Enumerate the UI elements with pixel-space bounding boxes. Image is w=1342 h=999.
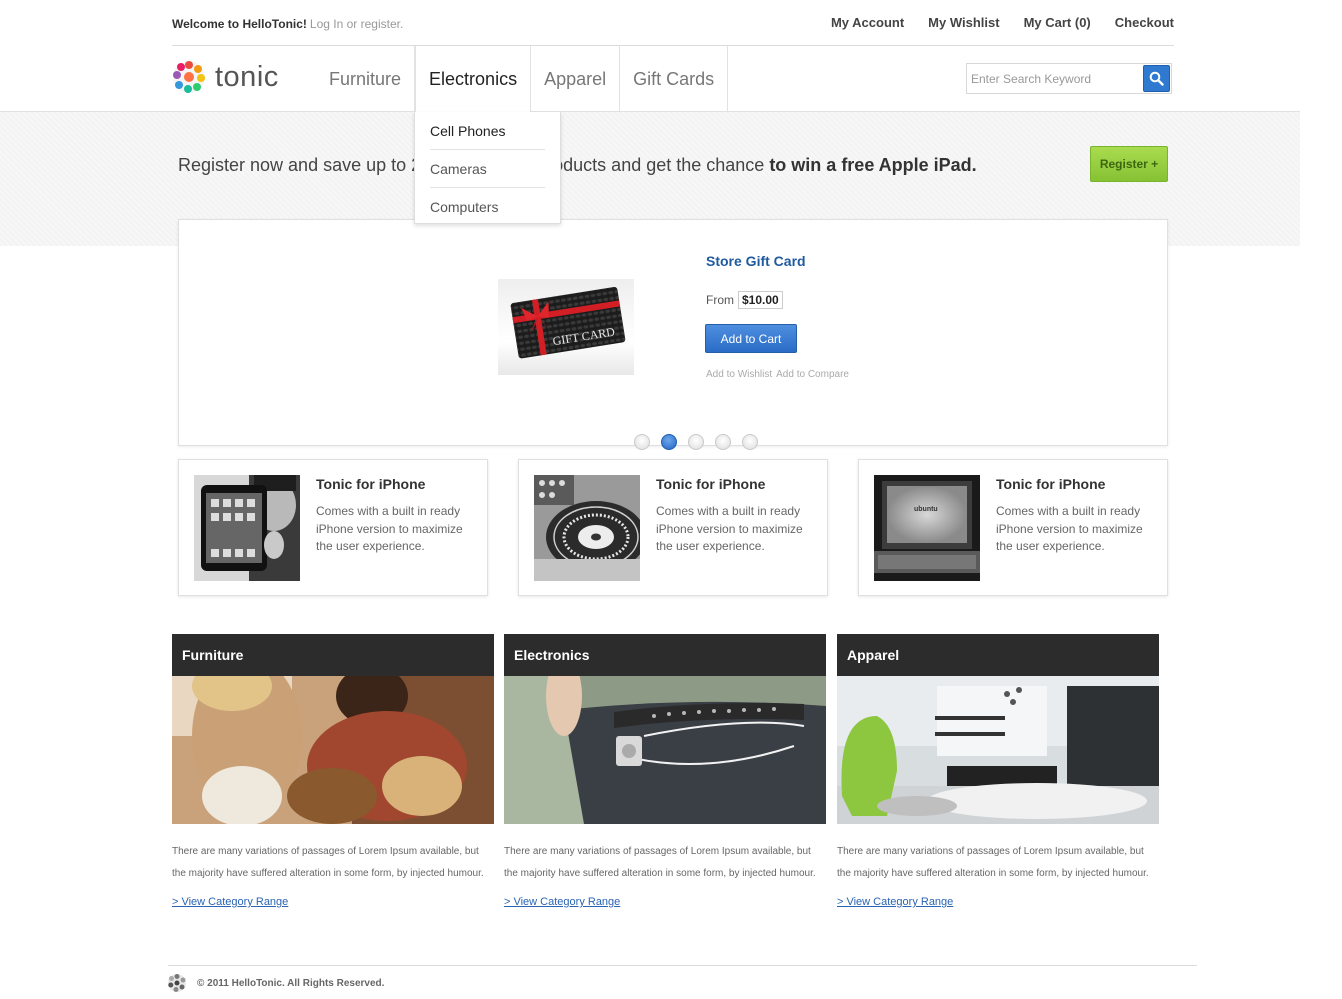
- my-wishlist-link[interactable]: My Wishlist: [928, 15, 999, 30]
- dropdown-item-cell-phones[interactable]: Cell Phones: [430, 112, 545, 150]
- price-label: From: [706, 293, 734, 307]
- nav-furniture[interactable]: Furniture: [316, 46, 416, 112]
- category-title[interactable]: Electronics: [504, 634, 826, 676]
- register-button[interactable]: Register +: [1090, 146, 1168, 182]
- feature-text: Comes with a built in ready iPhone versi…: [996, 504, 1143, 553]
- main-nav: Furniture Electronics Apparel Gift Cards: [316, 46, 729, 113]
- search-input[interactable]: [967, 64, 1139, 93]
- category-description: There are many variations of passages of…: [837, 846, 1149, 879]
- promo-text-start: Register now and save up to 2: [178, 155, 422, 175]
- add-to-compare-link[interactable]: Add to Compare: [776, 369, 849, 380]
- view-category-link[interactable]: > View Category Range: [172, 896, 288, 908]
- turntable-photo: [534, 475, 640, 581]
- electronics-dropdown: Cell Phones Cameras Computers: [414, 112, 561, 224]
- feature-image-laptop: ubuntu: [874, 475, 980, 581]
- feature-image-turntable: [534, 475, 640, 581]
- site-logo[interactable]: tonic: [172, 60, 279, 94]
- feature-card: ubuntu Tonic for iPhone Comes with a bui…: [858, 459, 1168, 596]
- site-header: tonic Furniture Electronics Apparel Gift…: [0, 46, 1300, 113]
- feature-text: Comes with a built in ready iPhone versi…: [656, 504, 803, 553]
- slider-dot-4[interactable]: [715, 434, 731, 450]
- product-title[interactable]: Store Gift Card: [706, 253, 806, 269]
- view-category-link[interactable]: > View Category Range: [504, 896, 620, 908]
- my-account-link[interactable]: My Account: [831, 15, 904, 30]
- feature-title: Tonic for iPhone: [996, 476, 1106, 492]
- logo-text: tonic: [215, 60, 279, 93]
- search-icon: [1149, 71, 1164, 86]
- account-links: My Account My Wishlist My Cart (0) Check…: [831, 15, 1174, 30]
- product-actions: Add to Wishlist Add to Compare: [706, 369, 849, 380]
- featured-product-slider: GIFT CARD Store Gift Card From $10.00 Ad…: [178, 219, 1168, 446]
- feature-title: Tonic for iPhone: [656, 476, 766, 492]
- category-title[interactable]: Apparel: [837, 634, 1159, 676]
- search-button[interactable]: [1143, 65, 1170, 92]
- footer-logo-icon: [168, 974, 186, 992]
- add-to-cart-button[interactable]: Add to Cart: [705, 324, 797, 353]
- feature-card: Tonic for iPhone Comes with a built in r…: [518, 459, 828, 596]
- welcome-message: Welcome to HelloTonic! Log In or register…: [172, 17, 403, 31]
- category-description: There are many variations of passages of…: [172, 846, 484, 879]
- ipad-photo: [194, 475, 300, 581]
- nav-electronics[interactable]: Electronics: [415, 46, 532, 113]
- footer-divider: [168, 965, 1197, 966]
- electronics-photo: [504, 676, 826, 824]
- price-row: From $10.00: [706, 291, 783, 309]
- gift-card-image: GIFT CARD: [498, 279, 634, 375]
- gift-card-graphic: GIFT CARD: [510, 287, 626, 359]
- feature-title: Tonic for iPhone: [316, 476, 426, 492]
- promo-text-bold: to win a free Apple iPad.: [769, 155, 977, 175]
- laptop-photo: ubuntu: [874, 475, 980, 581]
- nav-gift-cards[interactable]: Gift Cards: [620, 46, 729, 112]
- copyright-text: © 2011 HelloTonic. All Rights Reserved.: [197, 977, 385, 989]
- my-cart-link[interactable]: My Cart (0): [1024, 15, 1091, 30]
- slider-dot-3[interactable]: [688, 434, 704, 450]
- slider-dot-5[interactable]: [742, 434, 758, 450]
- slider-pagination: [634, 434, 758, 450]
- login-register-link[interactable]: Log In or register.: [310, 17, 403, 31]
- feature-text: Comes with a built in ready iPhone versi…: [316, 504, 463, 553]
- search-box: [966, 63, 1172, 94]
- footer: © 2011 HelloTonic. All Rights Reserved.: [167, 973, 384, 993]
- dropdown-item-computers[interactable]: Computers: [430, 188, 545, 226]
- category-apparel: Apparel There are many variations of pas…: [837, 634, 1159, 910]
- promo-text: Register now and save up to 2 roducts and…: [178, 155, 977, 176]
- feature-image-ipad: [194, 475, 300, 581]
- top-bar: Welcome to HelloTonic! Log In or register…: [172, 0, 1174, 46]
- feature-card: Tonic for iPhone Comes with a built in r…: [178, 459, 488, 596]
- tonic-logo-icon: [173, 61, 205, 93]
- category-title[interactable]: Furniture: [172, 634, 494, 676]
- nav-apparel[interactable]: Apparel: [531, 46, 621, 112]
- laptop-screen-text: ubuntu: [914, 506, 938, 513]
- category-image-furniture[interactable]: [172, 676, 494, 824]
- category-image-electronics[interactable]: [504, 676, 826, 824]
- dropdown-item-cameras[interactable]: Cameras: [430, 150, 545, 188]
- category-image-apparel[interactable]: [837, 676, 1159, 824]
- category-furniture: Furniture There are many variations of p…: [172, 634, 494, 910]
- view-category-link[interactable]: > View Category Range: [837, 896, 953, 908]
- welcome-text: Welcome to HelloTonic!: [172, 17, 307, 31]
- category-description: There are many variations of passages of…: [504, 846, 816, 879]
- slider-dot-1[interactable]: [634, 434, 650, 450]
- price-value: $10.00: [738, 291, 783, 309]
- add-to-wishlist-link[interactable]: Add to Wishlist: [706, 369, 772, 380]
- category-electronics: Electronics There are many variations of…: [504, 634, 826, 910]
- checkout-link[interactable]: Checkout: [1115, 15, 1174, 30]
- apparel-photo: [837, 676, 1159, 824]
- furniture-photo: [172, 676, 494, 824]
- promo-text-mid: roducts and get the chance: [547, 155, 770, 175]
- slider-dot-2[interactable]: [661, 434, 677, 450]
